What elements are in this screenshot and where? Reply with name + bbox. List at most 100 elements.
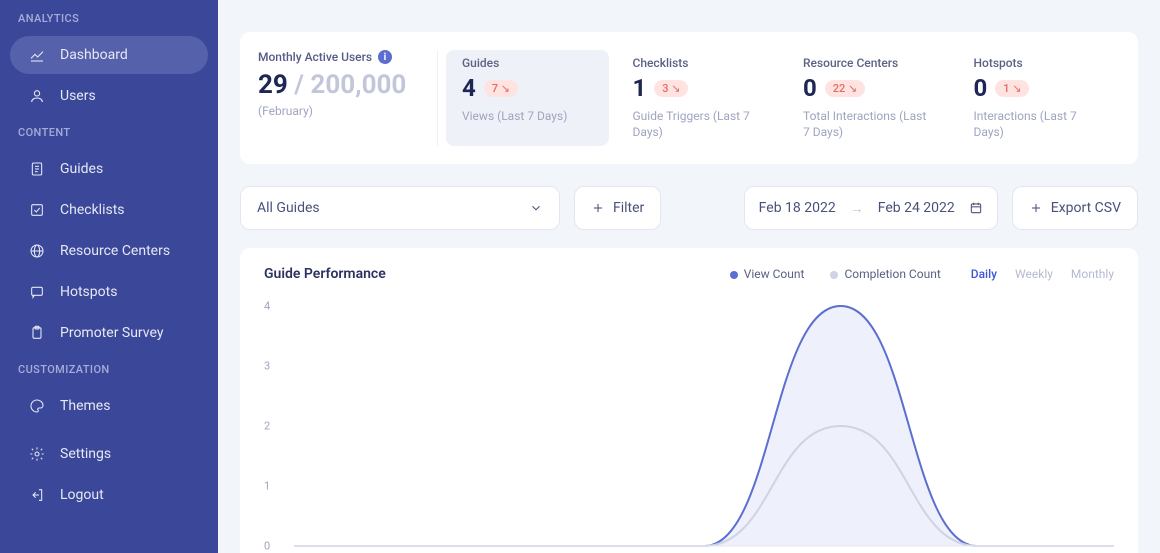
- sidebar: ANALYTICS Dashboard Users CONTENT Guides…: [0, 0, 218, 553]
- main-content: Monthly Active Users i 29 / 200,000 (Feb…: [218, 0, 1160, 553]
- y-tick-label: 4: [264, 300, 270, 313]
- sidebar-item-label: Checklists: [60, 202, 125, 218]
- chart-header: Guide Performance View Count Completion …: [264, 266, 1114, 282]
- mau-sub: (February): [258, 104, 421, 118]
- kpi-value: 4: [462, 74, 476, 102]
- sidebar-section-analytics: ANALYTICS: [0, 4, 218, 33]
- date-to: Feb 24 2022: [878, 200, 955, 216]
- chart-card: Guide Performance View Count Completion …: [240, 248, 1138, 553]
- sidebar-item-logout[interactable]: Logout: [10, 476, 208, 514]
- legend-completion-count: Completion Count: [830, 267, 940, 281]
- sidebar-item-resource-centers[interactable]: Resource Centers: [10, 232, 208, 270]
- kpi-guides[interactable]: Guides 4 7 ↘ Views (Last 7 Days): [446, 50, 609, 146]
- user-icon: [28, 87, 46, 105]
- chart-svg: [294, 300, 1114, 553]
- sidebar-item-label: Themes: [60, 398, 110, 414]
- palette-icon: [28, 397, 46, 415]
- chart-line-icon: [28, 46, 46, 64]
- kpi-badge: 22 ↘: [825, 80, 865, 97]
- sidebar-section-content: CONTENT: [0, 118, 218, 147]
- filter-label: Filter: [613, 200, 644, 216]
- legend-label: View Count: [744, 267, 805, 281]
- stat-row: Monthly Active Users i 29 / 200,000 (Feb…: [240, 32, 1138, 164]
- chart-area: 0 1 2 3 4: [264, 300, 1114, 553]
- arrow-right-icon: →: [850, 200, 864, 217]
- kpi-sub: Total Interactions (Last 7 Days): [803, 108, 934, 140]
- kpi-sub: Interactions (Last 7 Days): [974, 108, 1105, 140]
- granularity-weekly[interactable]: Weekly: [1015, 267, 1053, 281]
- sidebar-item-label: Users: [60, 88, 96, 104]
- granularity-toggle: Daily Weekly Monthly: [971, 267, 1114, 281]
- kpi-value: 1: [633, 74, 647, 102]
- sidebar-item-label: Guides: [60, 161, 103, 177]
- mau-title-text: Monthly Active Users: [258, 50, 372, 64]
- check-square-icon: [28, 201, 46, 219]
- sidebar-item-promoter-survey[interactable]: Promoter Survey: [10, 314, 208, 352]
- sidebar-item-hotspots[interactable]: Hotspots: [10, 273, 208, 311]
- guide-select[interactable]: All Guides: [240, 186, 560, 230]
- kpi-title: Guides: [462, 56, 593, 70]
- mau-card: Monthly Active Users i 29 / 200,000 (Feb…: [258, 50, 438, 146]
- clipboard-icon: [28, 324, 46, 342]
- date-from: Feb 18 2022: [759, 200, 836, 216]
- kpi-badge: 1 ↘: [995, 80, 1029, 97]
- chevron-down-icon: [529, 201, 543, 215]
- sidebar-item-label: Promoter Survey: [60, 325, 163, 341]
- chart-title: Guide Performance: [264, 266, 386, 282]
- select-value: All Guides: [257, 200, 320, 216]
- plus-icon: [591, 201, 605, 215]
- kpi-value: 0: [974, 74, 988, 102]
- kpi-value: 0: [803, 74, 817, 102]
- kpi-title: Resource Centers: [803, 56, 934, 70]
- sidebar-item-label: Hotspots: [60, 284, 117, 300]
- export-button[interactable]: Export CSV: [1012, 186, 1138, 230]
- kpi-badge: 7 ↘: [484, 80, 518, 97]
- kpi-hotspots[interactable]: Hotspots 0 1 ↘ Interactions (Last 7 Days…: [958, 50, 1121, 146]
- dot-icon: [730, 271, 738, 279]
- legend-view-count: View Count: [730, 267, 805, 281]
- mau-sep: /: [288, 70, 311, 100]
- sidebar-item-label: Settings: [60, 446, 111, 462]
- kpi-badge: 3 ↘: [654, 80, 688, 97]
- sidebar-item-label: Dashboard: [60, 47, 128, 63]
- y-tick-label: 2: [264, 420, 270, 433]
- dot-icon: [830, 271, 838, 279]
- filter-button[interactable]: Filter: [574, 186, 661, 230]
- sidebar-item-users[interactable]: Users: [10, 77, 208, 115]
- mau-value: 29 / 200,000: [258, 70, 421, 100]
- date-range[interactable]: Feb 18 2022 → Feb 24 2022: [744, 186, 998, 230]
- sidebar-section-customization: CUSTOMIZATION: [0, 355, 218, 384]
- logout-icon: [28, 486, 46, 504]
- sidebar-item-dashboard[interactable]: Dashboard: [10, 36, 208, 74]
- info-icon[interactable]: i: [378, 50, 392, 64]
- sidebar-item-label: Resource Centers: [60, 243, 170, 259]
- mau-count: 29: [258, 70, 288, 100]
- sidebar-item-checklists[interactable]: Checklists: [10, 191, 208, 229]
- y-tick-label: 1: [264, 480, 270, 493]
- message-icon: [28, 283, 46, 301]
- export-label: Export CSV: [1051, 200, 1121, 216]
- kpi-resource-centers[interactable]: Resource Centers 0 22 ↘ Total Interactio…: [787, 50, 950, 146]
- sidebar-item-guides[interactable]: Guides: [10, 150, 208, 188]
- kpi-sub: Guide Triggers (Last 7 Days): [633, 108, 764, 140]
- file-text-icon: [28, 160, 46, 178]
- toolbar: All Guides Filter Feb 18 2022 → Feb 24 2…: [240, 186, 1138, 230]
- mau-title: Monthly Active Users i: [258, 50, 421, 64]
- gear-icon: [28, 445, 46, 463]
- mau-limit: 200,000: [310, 70, 406, 100]
- legend-label: Completion Count: [844, 267, 940, 281]
- calendar-icon: [969, 201, 983, 215]
- chart-legend: View Count Completion Count: [730, 267, 941, 281]
- kpi-sub: Views (Last 7 Days): [462, 108, 593, 124]
- plus-icon: [1029, 201, 1043, 215]
- kpi-checklists[interactable]: Checklists 1 3 ↘ Guide Triggers (Last 7 …: [617, 50, 780, 146]
- kpi-title: Checklists: [633, 56, 764, 70]
- granularity-daily[interactable]: Daily: [971, 267, 997, 281]
- globe-icon: [28, 242, 46, 260]
- y-tick-label: 0: [264, 540, 270, 553]
- sidebar-item-settings[interactable]: Settings: [10, 435, 208, 473]
- y-tick-label: 3: [264, 360, 270, 373]
- sidebar-item-themes[interactable]: Themes: [10, 387, 208, 425]
- sidebar-item-label: Logout: [60, 487, 104, 503]
- granularity-monthly[interactable]: Monthly: [1071, 267, 1114, 281]
